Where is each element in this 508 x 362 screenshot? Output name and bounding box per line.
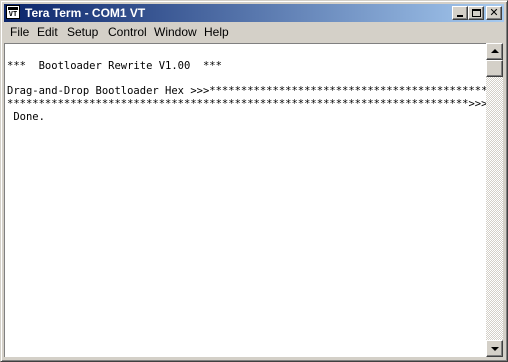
menu-file[interactable]: File (8, 23, 31, 42)
vertical-scrollbar[interactable] (486, 43, 503, 357)
menu-help[interactable]: Help (202, 23, 231, 42)
close-button[interactable]: ✕ (486, 6, 502, 20)
scroll-up-arrow-icon (491, 49, 499, 53)
minimize-button[interactable] (452, 6, 468, 20)
window-title: Tera Term - COM1 VT (25, 6, 146, 20)
scroll-up-button[interactable] (486, 43, 503, 60)
terminal-line: Done. (7, 111, 45, 123)
terminal-line: ****************************************… (7, 98, 486, 110)
menu-setup[interactable]: Setup (65, 23, 100, 42)
menu-window[interactable]: Window (152, 23, 199, 42)
scroll-down-button[interactable] (486, 340, 503, 357)
scroll-down-arrow-icon (491, 347, 499, 351)
teraterm-vt-icon[interactable]: VT (6, 5, 20, 19)
menu-control[interactable]: Control (106, 23, 149, 42)
close-icon: ✕ (489, 7, 499, 19)
terminal-screen[interactable]: *** Bootloader Rewrite V1.00 *** Drag-an… (4, 43, 486, 357)
scroll-thumb[interactable] (486, 60, 503, 77)
maximize-icon (472, 9, 481, 17)
menu-edit[interactable]: Edit (35, 23, 60, 42)
menu-bar: File Edit Setup Control Window Help (4, 23, 504, 42)
terminal-window: VT Tera Term - COM1 VT ✕ File Edit Setup… (0, 0, 508, 362)
terminal-line: *** Bootloader Rewrite V1.00 *** (7, 60, 222, 72)
title-bar[interactable]: VT Tera Term - COM1 VT ✕ (4, 4, 504, 22)
terminal-line: Drag-and-Drop Bootloader Hex >>>********… (7, 85, 486, 97)
minimize-icon (457, 15, 463, 17)
maximize-button[interactable] (468, 6, 484, 20)
app-icon-text: VT (8, 10, 18, 18)
